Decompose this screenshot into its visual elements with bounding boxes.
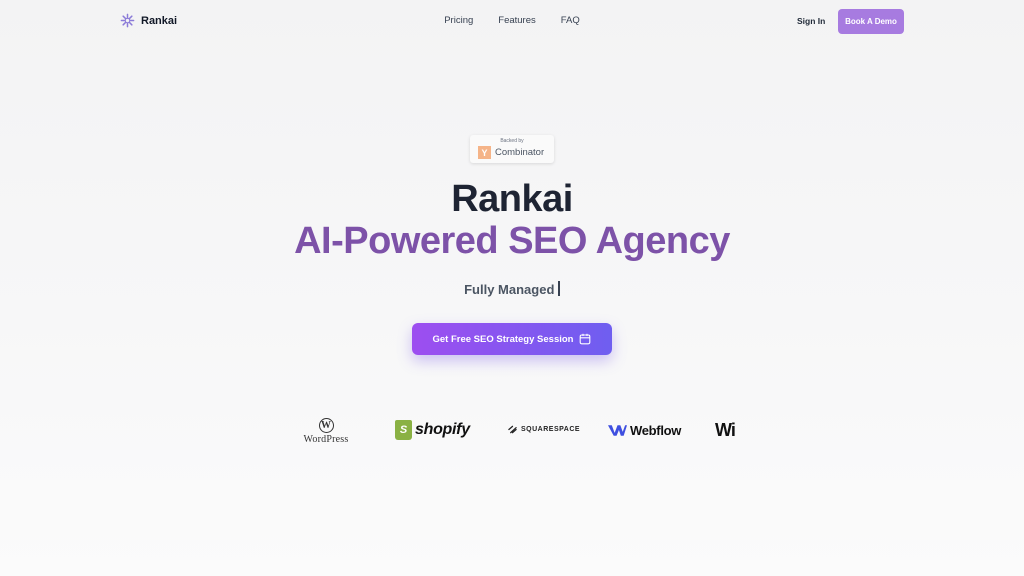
squarespace-icon <box>508 425 517 434</box>
webflow-logo: Webflow <box>608 423 681 438</box>
nav-link-features[interactable]: Features <box>498 15 536 26</box>
yc-logo-icon: Y <box>478 146 491 159</box>
yc-backed-label: Backed by <box>500 138 524 144</box>
calendar-icon <box>580 333 591 345</box>
sign-in-link[interactable]: Sign In <box>797 16 825 26</box>
shopify-bag-icon: S <box>395 420 412 440</box>
webflow-icon <box>608 425 627 436</box>
typing-caret <box>558 281 560 296</box>
wix-logo: Wi <box>715 420 736 441</box>
shopify-logo: S shopify <box>395 420 470 440</box>
cta-label: Get Free SEO Strategy Session <box>432 333 574 345</box>
wordpress-logo: W WordPress <box>296 418 356 445</box>
shopify-text: shopify <box>415 421 470 438</box>
tagline-text: Fully Managed <box>464 282 555 297</box>
wix-text: Wi <box>715 420 736 440</box>
platform-logos: W WordPress S shopify SQUARESPACE Webflo… <box>0 415 1024 447</box>
book-demo-button[interactable]: Book A Demo <box>838 9 904 34</box>
strategy-session-button[interactable]: Get Free SEO Strategy Session <box>412 323 612 355</box>
squarespace-logo: SQUARESPACE <box>507 425 580 434</box>
hero-tagline: Fully Managed <box>0 281 1024 297</box>
hero-title: Rankai <box>451 178 573 220</box>
nav-link-pricing[interactable]: Pricing <box>444 15 473 26</box>
nav-link-faq[interactable]: FAQ <box>561 15 580 26</box>
wordpress-icon: W <box>318 418 334 433</box>
wordpress-text: WordPress <box>303 434 349 445</box>
webflow-text: Webflow <box>630 423 682 438</box>
top-nav: Rankai Pricing Features FAQ Sign In Book… <box>0 0 1024 42</box>
yc-name: Combinator <box>495 147 545 158</box>
squarespace-text: SQUARESPACE <box>521 426 581 433</box>
hero-subtitle: AI-Powered SEO Agency <box>294 220 730 262</box>
yc-badge[interactable]: Backed by Y Combinator <box>470 135 554 163</box>
